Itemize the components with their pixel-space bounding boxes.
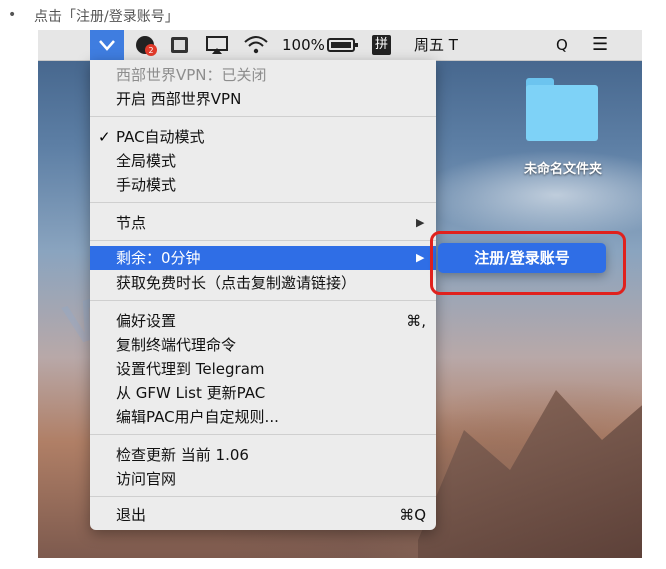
menu-pac-mode[interactable]: PAC自动模式: [116, 126, 205, 148]
notification-center-icon[interactable]: ☰: [592, 30, 608, 60]
menu-copy-terminal[interactable]: 复制终端代理命令: [116, 334, 236, 356]
mountain: [418, 390, 642, 558]
folder-icon[interactable]: [526, 78, 598, 142]
input-method-icon[interactable]: 拼: [372, 35, 392, 55]
instruction-caption: 点击「注册/登录账号」: [34, 9, 179, 25]
vpn-menubar-icon[interactable]: [90, 30, 124, 60]
menu-separator: [90, 496, 436, 497]
battery-icon[interactable]: [326, 30, 360, 60]
submenu-arrow-icon: ▶: [416, 251, 425, 264]
checkmark-icon: ✓: [98, 128, 111, 146]
menu-separator: [90, 434, 436, 435]
menu-preferences[interactable]: 偏好设置: [116, 310, 176, 332]
bullet: •: [8, 7, 17, 23]
screenshot: world 2 100% 拼 周五 T Q ☰ 未命名文件夹 西部世界VPN：已…: [38, 30, 642, 558]
airplay-icon[interactable]: [204, 30, 230, 60]
menu-global-mode[interactable]: 全局模式: [116, 150, 176, 172]
folder-body: [526, 85, 598, 141]
quit-shortcut: ⌘Q: [399, 506, 426, 524]
spotlight-icon[interactable]: Q: [556, 30, 568, 60]
vpn-dropdown-menu: 西部世界VPN：已关闭 开启 西部世界VPN ✓ PAC自动模式 全局模式 手动…: [90, 60, 436, 530]
menu-vpn-status: 西部世界VPN：已关闭: [116, 66, 267, 84]
folder-label[interactable]: 未命名文件夹: [508, 158, 618, 177]
menu-check-update[interactable]: 检查更新 当前 1.06: [116, 444, 249, 466]
menu-update-pac[interactable]: 从 GFW List 更新PAC: [116, 382, 265, 404]
submenu-arrow-icon: ▶: [416, 216, 425, 229]
menu-separator: [90, 202, 436, 203]
battery-percent: 100%: [282, 36, 325, 54]
wifi-icon[interactable]: [242, 30, 270, 60]
menu-bar: 2 100% 拼 周五 T Q ☰: [38, 30, 642, 61]
menu-free-time[interactable]: 获取免费时长（点击复制邀请链接）: [116, 272, 356, 294]
preferences-shortcut: ⌘,: [406, 312, 426, 330]
menu-remaining: 剩余：0分钟: [116, 249, 201, 267]
menu-remaining-highlighted[interactable]: 剩余：0分钟 ▶: [90, 246, 436, 270]
menu-separator: [90, 240, 436, 241]
menu-visit-site[interactable]: 访问官网: [116, 468, 176, 490]
menu-separator: [90, 300, 436, 301]
screenshot-tool-icon[interactable]: [168, 30, 192, 60]
menu-edit-pac[interactable]: 编辑PAC用户自定规则...: [116, 406, 279, 428]
annotation-highlight-box: [430, 231, 626, 295]
menu-telegram-proxy[interactable]: 设置代理到 Telegram: [116, 358, 265, 380]
menu-quit[interactable]: 退出: [116, 504, 146, 526]
notification-icon[interactable]: 2: [134, 30, 160, 60]
svg-text:2: 2: [149, 46, 154, 55]
menu-node[interactable]: 节点: [116, 212, 146, 234]
menu-separator: [90, 116, 436, 117]
menu-open-vpn[interactable]: 开启 西部世界VPN: [116, 88, 241, 110]
menu-manual-mode[interactable]: 手动模式: [116, 174, 176, 196]
clock[interactable]: 周五 T: [414, 30, 458, 60]
